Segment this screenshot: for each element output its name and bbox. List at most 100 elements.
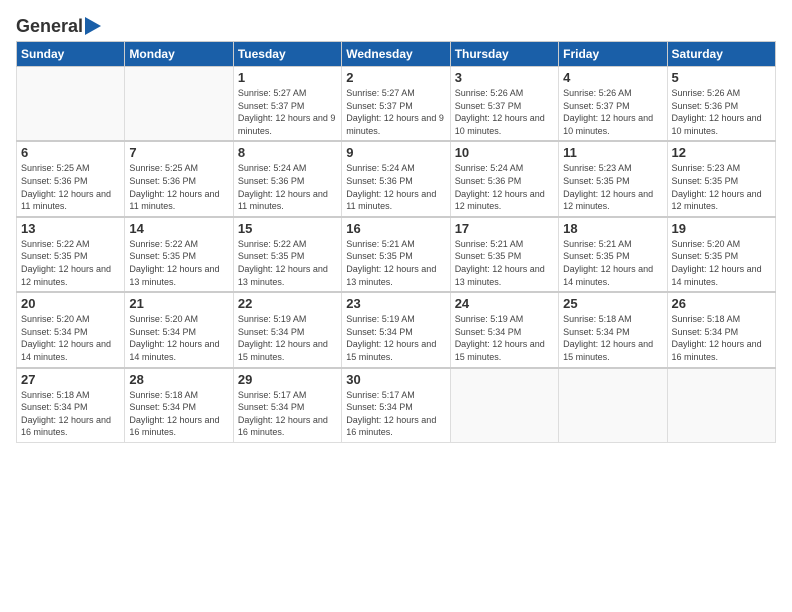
calendar-day-cell: 19 Sunrise: 5:20 AM Sunset: 5:35 PM Dayli… [667, 217, 775, 292]
day-info: Sunrise: 5:26 AM Sunset: 5:36 PM Dayligh… [672, 87, 771, 137]
day-info: Sunrise: 5:26 AM Sunset: 5:37 PM Dayligh… [455, 87, 554, 137]
day-number: 30 [346, 372, 445, 387]
day-number: 4 [563, 70, 662, 85]
calendar-day-cell: 9 Sunrise: 5:24 AM Sunset: 5:36 PM Daylig… [342, 141, 450, 216]
day-number: 14 [129, 221, 228, 236]
day-info: Sunrise: 5:23 AM Sunset: 5:35 PM Dayligh… [672, 162, 771, 212]
day-number: 9 [346, 145, 445, 160]
calendar-week-row: 27 Sunrise: 5:18 AM Sunset: 5:34 PM Dayli… [17, 368, 776, 443]
day-info: Sunrise: 5:20 AM Sunset: 5:34 PM Dayligh… [21, 313, 120, 363]
day-number: 29 [238, 372, 337, 387]
day-header-sunday: Sunday [17, 42, 125, 67]
logo-arrow-icon [85, 17, 101, 35]
day-info: Sunrise: 5:20 AM Sunset: 5:34 PM Dayligh… [129, 313, 228, 363]
day-number: 5 [672, 70, 771, 85]
day-info: Sunrise: 5:18 AM Sunset: 5:34 PM Dayligh… [672, 313, 771, 363]
day-number: 18 [563, 221, 662, 236]
day-number: 11 [563, 145, 662, 160]
calendar-day-cell: 30 Sunrise: 5:17 AM Sunset: 5:34 PM Dayli… [342, 368, 450, 443]
day-number: 26 [672, 296, 771, 311]
day-number: 20 [21, 296, 120, 311]
day-number: 24 [455, 296, 554, 311]
day-info: Sunrise: 5:20 AM Sunset: 5:35 PM Dayligh… [672, 238, 771, 288]
day-header-friday: Friday [559, 42, 667, 67]
calendar-day-cell [17, 67, 125, 142]
day-header-wednesday: Wednesday [342, 42, 450, 67]
day-info: Sunrise: 5:27 AM Sunset: 5:37 PM Dayligh… [346, 87, 445, 137]
calendar-day-cell: 20 Sunrise: 5:20 AM Sunset: 5:34 PM Dayli… [17, 292, 125, 367]
calendar-day-cell: 27 Sunrise: 5:18 AM Sunset: 5:34 PM Dayli… [17, 368, 125, 443]
calendar-day-cell: 8Sunrise: 5:24 AM Sunset: 5:36 PM Daylig… [233, 141, 341, 216]
day-number: 27 [21, 372, 120, 387]
day-number: 19 [672, 221, 771, 236]
day-info: Sunrise: 5:21 AM Sunset: 5:35 PM Dayligh… [346, 238, 445, 288]
day-number: 22 [238, 296, 337, 311]
calendar-day-cell: 18 Sunrise: 5:21 AM Sunset: 5:35 PM Dayli… [559, 217, 667, 292]
day-info: Sunrise: 5:18 AM Sunset: 5:34 PM Dayligh… [129, 389, 228, 439]
calendar-header-row: SundayMondayTuesdayWednesdayThursdayFrid… [17, 42, 776, 67]
calendar-day-cell: 29 Sunrise: 5:17 AM Sunset: 5:34 PM Dayli… [233, 368, 341, 443]
day-info: Sunrise: 5:24 AM Sunset: 5:36 PM Dayligh… [455, 162, 554, 212]
day-number: 1 [238, 70, 337, 85]
day-info: Sunrise: 5:22 AM Sunset: 5:35 PM Dayligh… [21, 238, 120, 288]
calendar-day-cell: 3 Sunrise: 5:26 AM Sunset: 5:37 PM Daylig… [450, 67, 558, 142]
day-header-tuesday: Tuesday [233, 42, 341, 67]
calendar-day-cell: 21 Sunrise: 5:20 AM Sunset: 5:34 PM Dayli… [125, 292, 233, 367]
calendar-table: SundayMondayTuesdayWednesdayThursdayFrid… [16, 41, 776, 443]
calendar-day-cell: 5 Sunrise: 5:26 AM Sunset: 5:36 PM Daylig… [667, 67, 775, 142]
calendar-day-cell: 14 Sunrise: 5:22 AM Sunset: 5:35 PM Dayli… [125, 217, 233, 292]
day-info: Sunrise: 5:27 AM Sunset: 5:37 PM Dayligh… [238, 87, 337, 137]
calendar-day-cell: 12 Sunrise: 5:23 AM Sunset: 5:35 PM Dayli… [667, 141, 775, 216]
calendar-day-cell: 17Sunrise: 5:21 AM Sunset: 5:35 PM Dayli… [450, 217, 558, 292]
day-info: Sunrise: 5:24 AM Sunset: 5:36 PM Dayligh… [346, 162, 445, 212]
day-header-saturday: Saturday [667, 42, 775, 67]
calendar-day-cell: 23 Sunrise: 5:19 AM Sunset: 5:34 PM Dayli… [342, 292, 450, 367]
day-info: Sunrise: 5:26 AM Sunset: 5:37 PM Dayligh… [563, 87, 662, 137]
calendar-week-row: 6 Sunrise: 5:25 AM Sunset: 5:36 PM Daylig… [17, 141, 776, 216]
day-number: 10 [455, 145, 554, 160]
day-number: 28 [129, 372, 228, 387]
day-info: Sunrise: 5:22 AM Sunset: 5:35 PM Dayligh… [238, 238, 337, 288]
calendar-week-row: 13 Sunrise: 5:22 AM Sunset: 5:35 PM Dayli… [17, 217, 776, 292]
day-info: Sunrise: 5:21 AM Sunset: 5:35 PM Dayligh… [563, 238, 662, 288]
day-number: 8 [238, 145, 337, 160]
day-info: Sunrise: 5:25 AM Sunset: 5:36 PM Dayligh… [129, 162, 228, 212]
calendar-day-cell [125, 67, 233, 142]
calendar-week-row: 20 Sunrise: 5:20 AM Sunset: 5:34 PM Dayli… [17, 292, 776, 367]
calendar-day-cell: 2 Sunrise: 5:27 AM Sunset: 5:37 PM Daylig… [342, 67, 450, 142]
day-info: Sunrise: 5:22 AM Sunset: 5:35 PM Dayligh… [129, 238, 228, 288]
day-info: Sunrise: 5:21 AM Sunset: 5:35 PM Dayligh… [455, 238, 554, 288]
day-info: Sunrise: 5:23 AM Sunset: 5:35 PM Dayligh… [563, 162, 662, 212]
day-number: 7 [129, 145, 228, 160]
day-info: Sunrise: 5:17 AM Sunset: 5:34 PM Dayligh… [346, 389, 445, 439]
day-info: Sunrise: 5:17 AM Sunset: 5:34 PM Dayligh… [238, 389, 337, 439]
day-number: 15 [238, 221, 337, 236]
calendar-day-cell: 4 Sunrise: 5:26 AM Sunset: 5:37 PM Daylig… [559, 67, 667, 142]
day-number: 21 [129, 296, 228, 311]
calendar-day-cell: 6 Sunrise: 5:25 AM Sunset: 5:36 PM Daylig… [17, 141, 125, 216]
day-number: 23 [346, 296, 445, 311]
calendar-day-cell: 28 Sunrise: 5:18 AM Sunset: 5:34 PM Dayli… [125, 368, 233, 443]
calendar-day-cell: 10 Sunrise: 5:24 AM Sunset: 5:36 PM Dayli… [450, 141, 558, 216]
calendar-day-cell: 1 Sunrise: 5:27 AM Sunset: 5:37 PM Daylig… [233, 67, 341, 142]
calendar-day-cell: 15 Sunrise: 5:22 AM Sunset: 5:35 PM Dayli… [233, 217, 341, 292]
calendar-day-cell [450, 368, 558, 443]
calendar-day-cell: 26 Sunrise: 5:18 AM Sunset: 5:34 PM Dayli… [667, 292, 775, 367]
day-info: Sunrise: 5:18 AM Sunset: 5:34 PM Dayligh… [21, 389, 120, 439]
calendar-day-cell: 24Sunrise: 5:19 AM Sunset: 5:34 PM Dayli… [450, 292, 558, 367]
calendar-day-cell [559, 368, 667, 443]
day-number: 6 [21, 145, 120, 160]
day-info: Sunrise: 5:25 AM Sunset: 5:36 PM Dayligh… [21, 162, 120, 212]
page-header: General [16, 16, 776, 33]
day-number: 3 [455, 70, 554, 85]
day-number: 2 [346, 70, 445, 85]
calendar-day-cell: 16Sunrise: 5:21 AM Sunset: 5:35 PM Dayli… [342, 217, 450, 292]
day-number: 12 [672, 145, 771, 160]
calendar-day-cell: 13 Sunrise: 5:22 AM Sunset: 5:35 PM Dayli… [17, 217, 125, 292]
day-info: Sunrise: 5:19 AM Sunset: 5:34 PM Dayligh… [346, 313, 445, 363]
day-number: 13 [21, 221, 120, 236]
day-info: Sunrise: 5:18 AM Sunset: 5:34 PM Dayligh… [563, 313, 662, 363]
calendar-day-cell: 7 Sunrise: 5:25 AM Sunset: 5:36 PM Daylig… [125, 141, 233, 216]
day-header-thursday: Thursday [450, 42, 558, 67]
day-number: 25 [563, 296, 662, 311]
